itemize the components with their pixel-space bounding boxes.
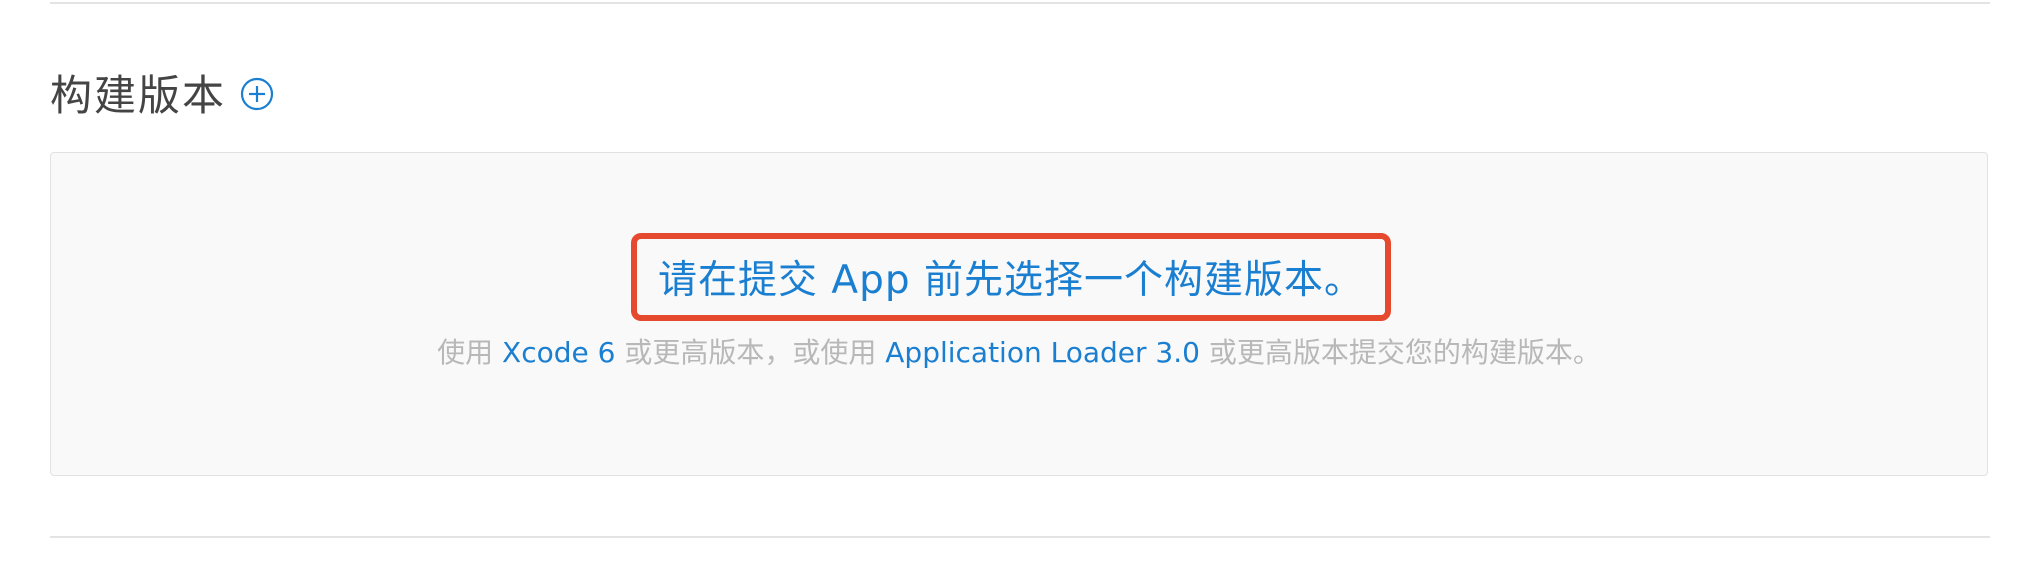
builds-panel: 请在提交 App 前先选择一个构建版本。 使用 Xcode 6 或更高版本，或使… [50, 152, 1988, 476]
prompt-highlight-box: 请在提交 App 前先选择一个构建版本。 [631, 233, 1391, 321]
xcode-link[interactable]: Xcode 6 [502, 336, 615, 369]
application-loader-link[interactable]: Application Loader 3.0 [885, 336, 1200, 369]
plus-circle-icon[interactable] [240, 77, 274, 111]
select-build-prompt: 请在提交 App 前先选择一个构建版本。 [658, 258, 1364, 303]
help-text-part3: 或更高版本提交您的构建版本。 [1199, 336, 1601, 369]
help-text-part1: 使用 [437, 336, 503, 369]
page: 构建版本 请在提交 App 前先选择一个构建版本。 使用 Xcode 6 或更高… [0, 0, 2040, 582]
help-text: 使用 Xcode 6 或更高版本，或使用 Application Loader … [51, 331, 1987, 371]
top-divider [50, 2, 1990, 4]
section-title: 构建版本 [50, 70, 227, 120]
section-header: 构建版本 [50, 62, 274, 122]
bottom-divider [50, 536, 1990, 538]
help-text-part2: 或更高版本，或使用 [615, 336, 886, 369]
